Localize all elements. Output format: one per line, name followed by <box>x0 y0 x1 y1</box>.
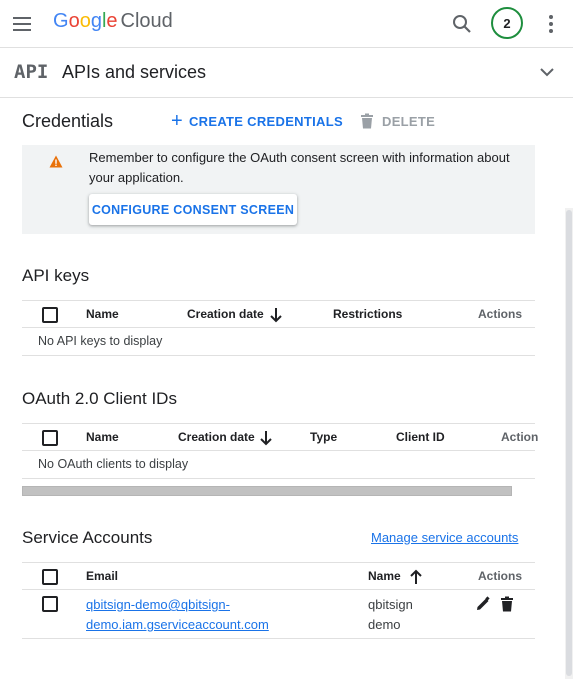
column-header[interactable]: Creation date <box>187 307 264 321</box>
service-accounts-title: Service Accounts <box>22 528 153 547</box>
menu-icon[interactable] <box>10 12 34 36</box>
api-icon: API <box>14 61 49 83</box>
create-credentials-label: CREATE CREDENTIALS <box>188 113 343 129</box>
oauth-title: OAuth 2.0 Client IDs <box>22 389 177 408</box>
empty-state-text: No OAuth clients to display <box>38 457 189 471</box>
trash-icon <box>361 113 373 129</box>
table-header: Name Creation date Type Client ID Action <box>22 423 539 451</box>
search-icon[interactable] <box>450 12 474 36</box>
column-header[interactable]: Name <box>86 307 119 321</box>
plus-icon: + <box>171 110 183 132</box>
column-header[interactable]: Email <box>86 569 118 583</box>
service-account-email-link[interactable]: qbitsign-demo@qbitsign-demo.iam.gservice… <box>86 595 306 635</box>
logo-letter: g <box>90 10 102 32</box>
delete-button[interactable]: DELETE <box>360 111 435 131</box>
column-header: Actions <box>478 569 523 583</box>
product-bar: API APIs and services <box>0 48 573 98</box>
logo-letter: o <box>68 10 80 32</box>
api-keys-table: Name Creation date Restrictions Actions … <box>22 300 535 356</box>
row-checkbox[interactable] <box>42 596 58 612</box>
warning-text: Remember to configure the OAuth consent … <box>89 150 510 185</box>
logo-letter: e <box>106 10 118 32</box>
page-title: Credentials <box>22 111 114 131</box>
credentials-header: Credentials + CREATE CREDENTIALS DELETE <box>0 99 573 145</box>
select-all-checkbox[interactable] <box>42 430 58 446</box>
column-header[interactable]: Name <box>86 430 119 444</box>
column-header: Action <box>501 430 539 444</box>
chevron-down-icon[interactable] <box>535 60 559 84</box>
oauth-table: Name Creation date Type Client ID Action… <box>22 423 539 479</box>
empty-state-text: No API keys to display <box>38 334 163 348</box>
service-account-name: qbitsign demo <box>368 597 413 632</box>
arrow-up-icon[interactable] <box>408 568 424 586</box>
vertical-scrollbar-thumb[interactable] <box>566 210 572 676</box>
top-bar: Google Cloud 2 <box>0 0 573 48</box>
warning-icon <box>49 155 63 173</box>
table-row: qbitsign-demo@qbitsign-demo.iam.gservice… <box>22 590 535 639</box>
logo-letter: o <box>79 10 91 32</box>
column-header[interactable]: Restrictions <box>333 307 402 321</box>
create-credentials-button[interactable]: + CREATE CREDENTIALS <box>171 111 343 131</box>
avatar[interactable]: 2 <box>491 7 523 39</box>
google-cloud-logo[interactable]: Google Cloud <box>53 10 173 33</box>
logo-letter: G <box>53 10 69 32</box>
column-header[interactable]: Type <box>310 430 337 444</box>
configure-consent-screen-button[interactable]: CONFIGURE CONSENT SCREEN <box>89 194 297 225</box>
table-header: Name Creation date Restrictions Actions <box>22 300 535 328</box>
oauth-warning-banner: Remember to configure the OAuth consent … <box>22 145 535 234</box>
logo-cloud-text: Cloud <box>120 10 173 32</box>
service-accounts-table: Email Name Actions qbitsign-demo@qbitsig… <box>22 562 535 639</box>
api-keys-title: API keys <box>22 266 90 285</box>
arrow-down-icon[interactable] <box>258 429 274 447</box>
manage-service-accounts-link[interactable]: Manage service accounts <box>371 530 518 545</box>
delete-label: DELETE <box>382 113 436 129</box>
column-header[interactable]: Name <box>368 569 401 583</box>
horizontal-scrollbar[interactable] <box>22 486 512 496</box>
select-all-checkbox[interactable] <box>42 569 58 585</box>
arrow-down-icon[interactable] <box>268 306 284 324</box>
column-header: Actions <box>478 307 523 321</box>
column-header[interactable]: Creation date <box>178 430 255 444</box>
product-title: APIs and services <box>62 62 207 82</box>
trash-icon[interactable] <box>500 596 516 612</box>
empty-state: No API keys to display <box>22 328 535 356</box>
empty-state: No OAuth clients to display <box>22 451 535 479</box>
app-root: Google Cloud 2 API APIs and services Cred… <box>0 0 573 679</box>
table-header: Email Name Actions <box>22 562 535 590</box>
column-header[interactable]: Client ID <box>396 430 445 444</box>
select-all-checkbox[interactable] <box>42 307 58 323</box>
more-vert-icon[interactable] <box>539 12 563 36</box>
edit-icon[interactable] <box>475 596 491 612</box>
